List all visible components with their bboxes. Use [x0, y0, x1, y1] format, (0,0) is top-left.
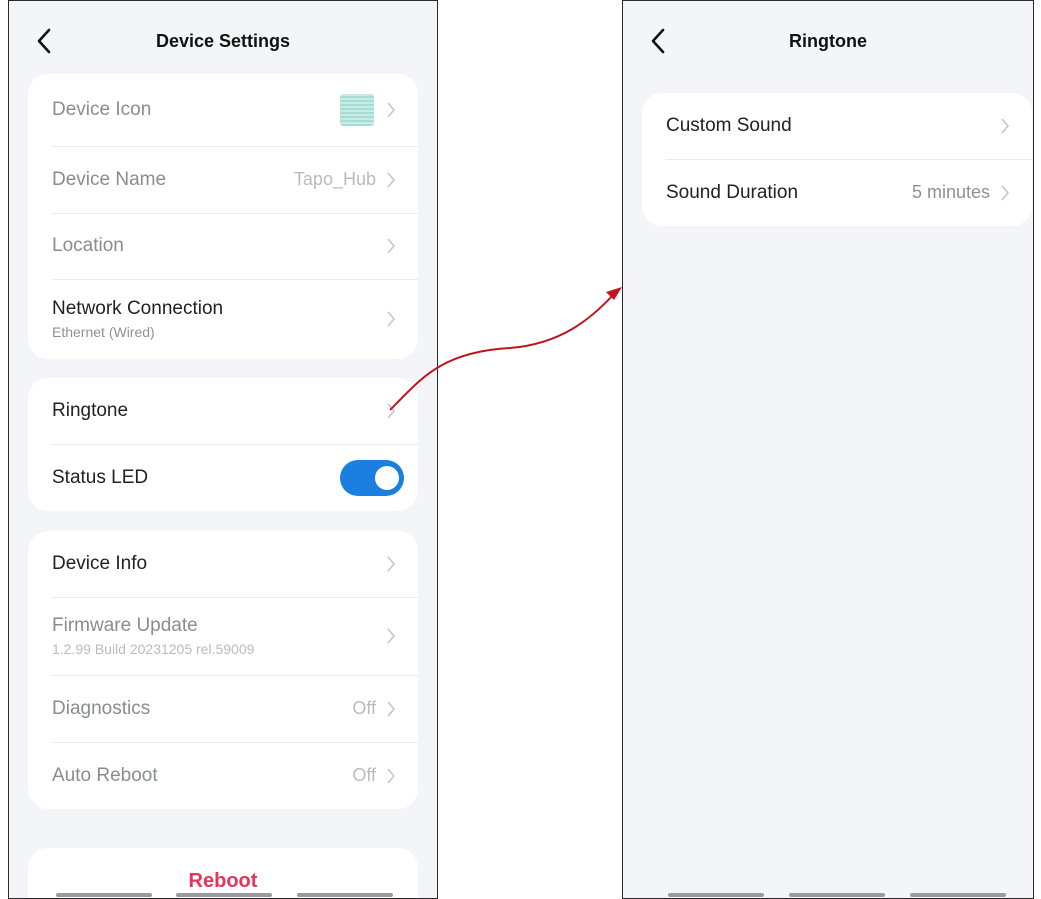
- auto-reboot-row[interactable]: Auto Reboot Off: [28, 742, 418, 809]
- page-title: Device Settings: [155, 31, 291, 51]
- chevron-right-icon: [387, 238, 396, 254]
- chevron-right-icon: [387, 171, 396, 188]
- device-name-row[interactable]: Device Name Tapo_Hub: [28, 146, 418, 213]
- nav-bar-segment: [176, 893, 272, 897]
- ringtone-label: Ringtone: [52, 400, 129, 421]
- chevron-right-icon: [1001, 184, 1010, 201]
- firmware-update-row[interactable]: Firmware Update 1.2.99 Build 20231205 re…: [28, 597, 418, 675]
- header: Device Settings: [9, 1, 437, 79]
- reboot-button[interactable]: Reboot: [28, 870, 418, 893]
- device-icon-row[interactable]: Device Icon: [28, 74, 418, 146]
- chevron-right-icon: [387, 102, 396, 118]
- nav-bar-segment: [668, 893, 764, 897]
- firmware-version: 1.2.99 Build 20231205 rel.59009: [52, 641, 255, 657]
- network-connection-label: Network Connection: [52, 298, 224, 319]
- ringtone-settings-group: Custom Sound Sound Duration 5 minutes: [642, 93, 1032, 226]
- nav-bar-segment: [56, 893, 152, 897]
- diagnostics-value: Off: [352, 698, 376, 718]
- device-info-label: Device Info: [52, 553, 148, 574]
- chevron-right-icon: [387, 700, 396, 717]
- nav-bar-segment: [910, 893, 1006, 897]
- location-row[interactable]: Location: [28, 213, 418, 279]
- auto-reboot-value: Off: [352, 765, 376, 785]
- chevron-right-icon: [387, 403, 396, 419]
- firmware-update-label: Firmware Update: [52, 615, 198, 636]
- device-settings-group-general: Device Icon Device Name Tapo_Hub Locatio…: [28, 74, 418, 359]
- reboot-card: Reboot: [28, 848, 418, 898]
- chevron-right-icon: [387, 311, 396, 327]
- ringtone-row[interactable]: Ringtone: [28, 378, 418, 444]
- header: Ringtone: [623, 1, 1033, 79]
- device-icon-label: Device Icon: [52, 99, 152, 120]
- ringtone-screen: Ringtone Custom Sound Sound Duration 5 m…: [622, 0, 1034, 899]
- sound-duration-label: Sound Duration: [666, 181, 799, 203]
- nav-bar-segment: [789, 893, 885, 897]
- auto-reboot-label: Auto Reboot: [52, 764, 158, 786]
- nav-bar-segment: [297, 893, 393, 897]
- diagnostics-row[interactable]: Diagnostics Off: [28, 675, 418, 742]
- network-connection-type: Ethernet (Wired): [52, 324, 155, 340]
- chevron-right-icon: [387, 556, 396, 572]
- device-settings-screen: Device Settings Device Icon Device Name …: [8, 0, 438, 899]
- sound-duration-row[interactable]: Sound Duration 5 minutes: [642, 159, 1032, 226]
- device-info-row[interactable]: Device Info: [28, 531, 418, 597]
- toggle-knob: [375, 465, 399, 490]
- location-label: Location: [52, 235, 124, 256]
- device-name-value: Tapo_Hub: [293, 169, 376, 189]
- device-settings-group-system: Device Info Firmware Update 1.2.99 Build…: [28, 531, 418, 809]
- status-led-row: Status LED: [28, 444, 418, 511]
- chevron-right-icon: [387, 628, 396, 644]
- diagnostics-label: Diagnostics: [52, 697, 151, 719]
- chevron-right-icon: [1001, 118, 1010, 134]
- device-thumbnail-icon: [340, 94, 374, 126]
- page-title: Ringtone: [789, 31, 867, 51]
- custom-sound-label: Custom Sound: [666, 115, 792, 136]
- network-connection-row[interactable]: Network Connection Ethernet (Wired): [28, 279, 418, 359]
- device-settings-group-sound-led: Ringtone Status LED: [28, 378, 418, 511]
- arrowhead-icon: [606, 287, 622, 300]
- chevron-right-icon: [387, 767, 396, 784]
- device-name-label: Device Name: [52, 168, 167, 190]
- custom-sound-row[interactable]: Custom Sound: [642, 93, 1032, 159]
- status-led-toggle[interactable]: [340, 459, 404, 496]
- sound-duration-value: 5 minutes: [911, 182, 990, 202]
